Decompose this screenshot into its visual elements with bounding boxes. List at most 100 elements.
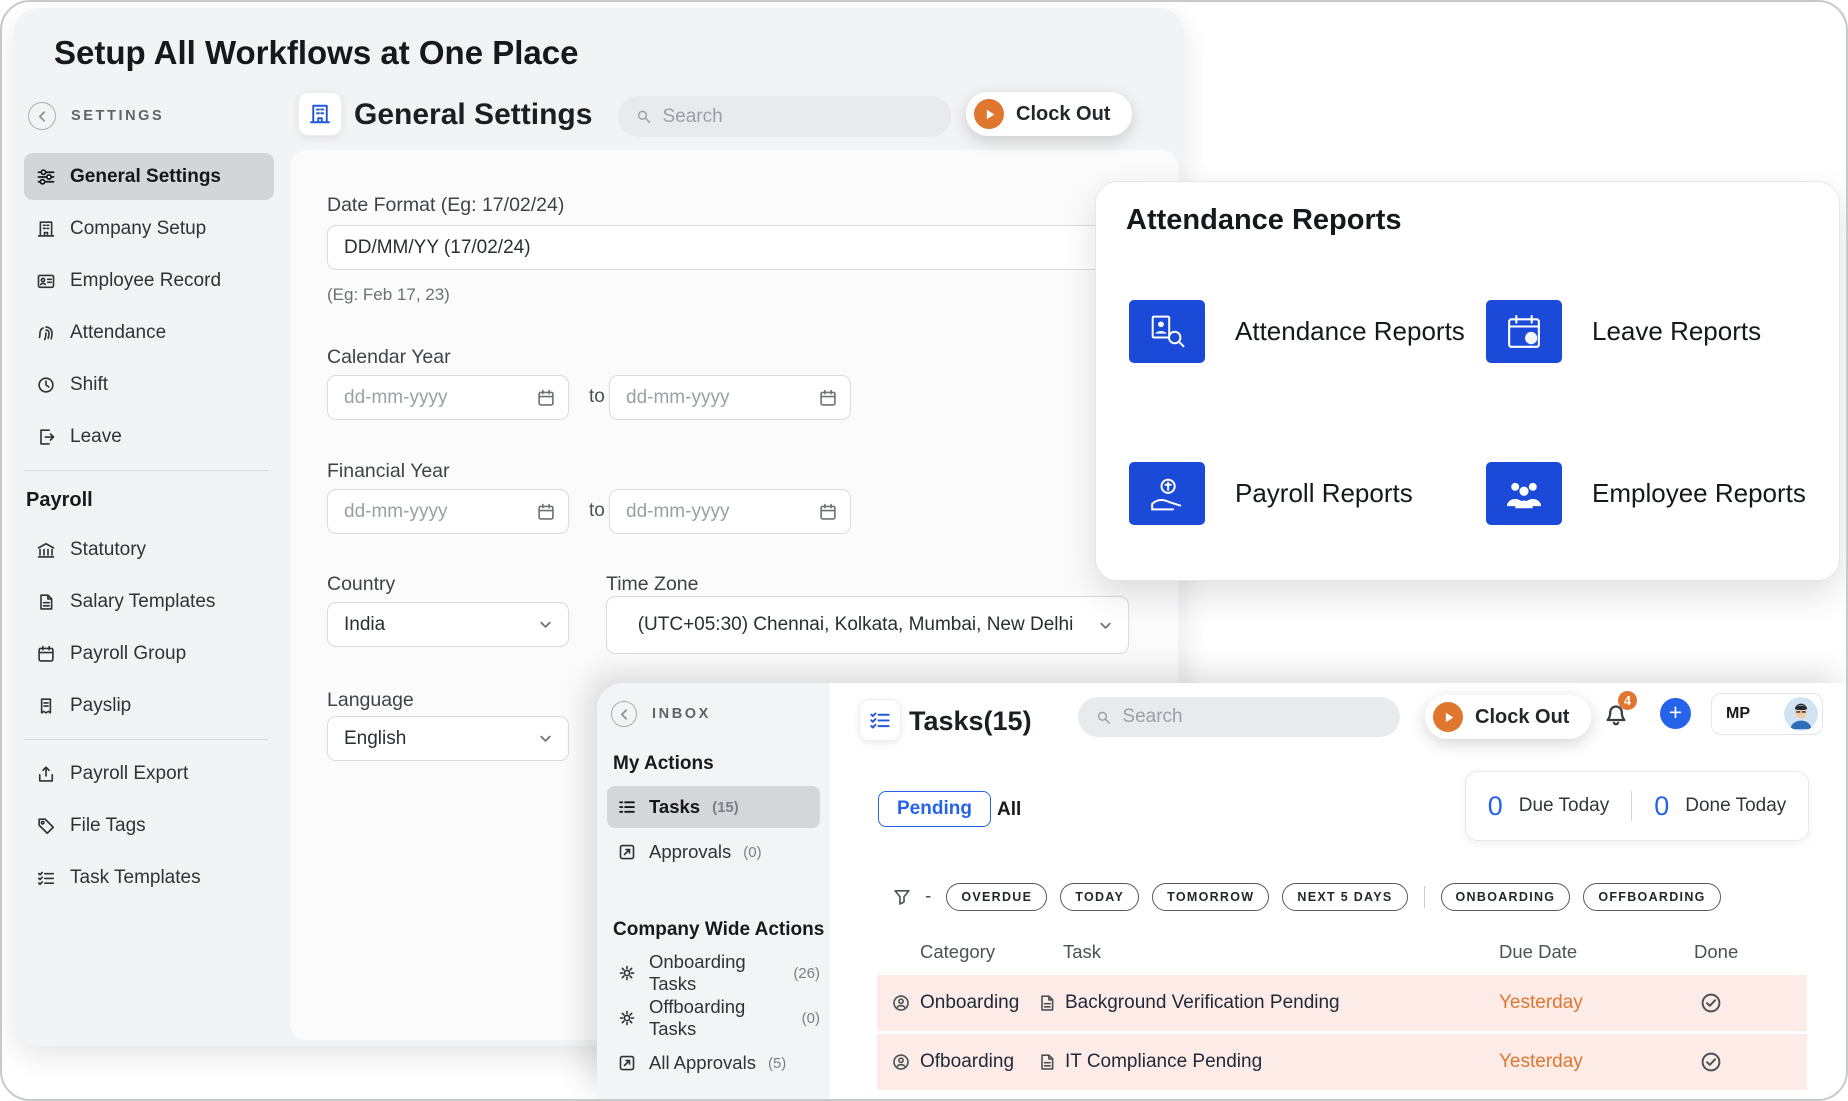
stats-divider (1631, 791, 1633, 821)
calendar-year-label: Calendar Year (327, 346, 451, 368)
plus-icon: + (1668, 698, 1683, 725)
avatar (1784, 697, 1818, 731)
financial-year-from-input[interactable] (327, 489, 569, 534)
timezone-select[interactable]: (UTC+05:30) Chennai, Kolkata, Mumbai, Ne… (606, 596, 1129, 654)
attendance-reports-card: Attendance Reports Attendance Reports Le… (1095, 181, 1840, 581)
sidebar-item-statutory[interactable]: Statutory (24, 526, 274, 573)
sidebar-item-label: Employee Record (70, 269, 222, 291)
notifications-button[interactable]: 4 (1602, 691, 1637, 731)
sidebar-item-label: Company Setup (70, 217, 207, 239)
sidebar-item-payroll-group[interactable]: Payroll Group (24, 630, 274, 677)
sidebar-item-task-templates[interactable]: Task Templates (24, 854, 274, 901)
report-item-attendance[interactable]: Attendance Reports (1129, 300, 1465, 363)
inbox-item-all-approvals[interactable]: All Approvals (5) (607, 1042, 820, 1084)
calendar-year-from-field[interactable] (327, 375, 569, 420)
table-row[interactable]: Ofboarding IT Compliance Pending Yesterd… (877, 1034, 1807, 1090)
chip-separator (1423, 886, 1425, 908)
checklist-icon (36, 868, 56, 888)
gear-icon (617, 1008, 637, 1028)
inbox-item-label: All Approvals (649, 1052, 756, 1073)
clock-out-button[interactable]: Clock Out (1425, 695, 1592, 739)
report-item-payroll[interactable]: Payroll Reports (1129, 462, 1413, 525)
inbox-item-approvals[interactable]: Approvals (0) (607, 831, 820, 873)
avatar-initials: MP (1726, 705, 1750, 722)
profile-menu[interactable]: MP (1711, 693, 1823, 735)
language-value: English (344, 727, 407, 749)
sidebar-item-shift[interactable]: Shift (24, 361, 274, 408)
sidebar-item-leave[interactable]: Leave (24, 413, 274, 460)
chevron-left-icon (616, 706, 633, 723)
leave-report-icon (1486, 300, 1562, 363)
calendar-icon[interactable] (536, 388, 556, 408)
report-item-leave[interactable]: Leave Reports (1486, 300, 1761, 363)
back-button[interactable] (28, 102, 56, 130)
financial-year-to-input[interactable] (609, 489, 851, 534)
settings-search[interactable] (618, 96, 951, 137)
inbox-item-count: (0) (801, 1009, 820, 1027)
my-actions-header: My Actions (613, 753, 714, 774)
report-item-employee[interactable]: Employee Reports (1486, 462, 1806, 525)
report-item-label: Leave Reports (1592, 316, 1762, 346)
calendar-icon[interactable] (818, 502, 838, 522)
inbox-item-offboarding-tasks[interactable]: Offboarding Tasks (0) (607, 996, 820, 1039)
sidebar-item-payroll-export[interactable]: Payroll Export (24, 750, 274, 797)
add-button[interactable]: + (1660, 698, 1691, 729)
financial-year-to-field[interactable] (609, 489, 851, 534)
calendar-year-from-input[interactable] (327, 375, 569, 420)
chip-next-5-days[interactable]: NEXT 5 DAYS (1282, 883, 1408, 911)
sidebar-item-employee-record[interactable]: Employee Record (24, 257, 274, 304)
fingerprint-icon (36, 323, 56, 343)
bank-icon (36, 540, 56, 560)
sidebar-item-label: Payroll Export (70, 762, 189, 784)
task-rows: Onboarding Background Verification Pendi… (877, 975, 1807, 1093)
back-button[interactable] (611, 701, 637, 727)
sidebar-item-salary-templates[interactable]: Salary Templates (24, 578, 274, 625)
employee-report-icon (1486, 462, 1562, 525)
inbox-item-label: Offboarding Tasks (649, 996, 746, 1039)
language-select[interactable]: English (327, 716, 569, 761)
calendar-icon[interactable] (536, 502, 556, 522)
building-icon (308, 102, 332, 126)
tab-pending[interactable]: Pending (878, 791, 991, 827)
chip-offboarding[interactable]: OFFBOARDING (1583, 883, 1721, 911)
clock-icon (36, 375, 56, 395)
sidebar-item-payslip[interactable]: Payslip (24, 682, 274, 729)
chip-onboarding[interactable]: ONBOARDING (1440, 883, 1571, 911)
sidebar-item-company-setup[interactable]: Company Setup (24, 205, 274, 252)
done-check-icon[interactable] (1699, 1050, 1723, 1074)
notification-badge: 4 (1618, 691, 1637, 710)
date-format-input[interactable] (327, 225, 1177, 270)
sidebar-item-file-tags[interactable]: File Tags (24, 802, 274, 849)
search-input[interactable] (662, 105, 933, 128)
calendar-year-to-input[interactable] (609, 375, 851, 420)
calendar-icon[interactable] (818, 388, 838, 408)
sidebar-divider (24, 739, 268, 740)
inbox-item-tasks[interactable]: Tasks (15) (607, 786, 820, 828)
sidebar-item-attendance[interactable]: Attendance (24, 309, 274, 356)
done-check-icon[interactable] (1699, 991, 1723, 1015)
tab-all[interactable]: All (997, 799, 1021, 821)
country-select[interactable]: India (327, 602, 569, 647)
filter-row: - OVERDUE TODAY TOMORROW NEXT 5 DAYS ONB… (892, 883, 1721, 911)
inbox-item-count: (0) (743, 843, 762, 861)
tasks-search[interactable] (1078, 697, 1400, 737)
clock-out-button[interactable]: Clock Out (966, 92, 1133, 136)
gear-icon (617, 963, 637, 983)
chip-tomorrow[interactable]: TOMORROW (1152, 883, 1270, 911)
sidebar-item-general-settings[interactable]: General Settings (24, 153, 274, 200)
calendar-year-to-field[interactable] (609, 375, 851, 420)
chip-overdue[interactable]: OVERDUE (946, 883, 1048, 911)
inbox-item-label: Approvals (649, 841, 732, 862)
table-row[interactable]: Onboarding Background Verification Pendi… (877, 975, 1807, 1031)
general-settings-icon-box (298, 92, 342, 136)
chip-today[interactable]: TODAY (1060, 883, 1140, 911)
financial-year-from-field[interactable] (327, 489, 569, 534)
task-doc-icon (1037, 993, 1057, 1013)
inbox-item-onboarding-tasks[interactable]: Onboarding Tasks (26) (607, 951, 820, 994)
date-format-hint: (Eg: Feb 17, 23) (327, 285, 450, 304)
row-task: Background Verification Pending (1065, 992, 1340, 1013)
settings-sidebar: General Settings Company Setup Employee … (14, 148, 290, 906)
building-icon (36, 219, 56, 239)
funnel-icon[interactable] (892, 887, 912, 907)
search-input[interactable] (1122, 706, 1382, 728)
